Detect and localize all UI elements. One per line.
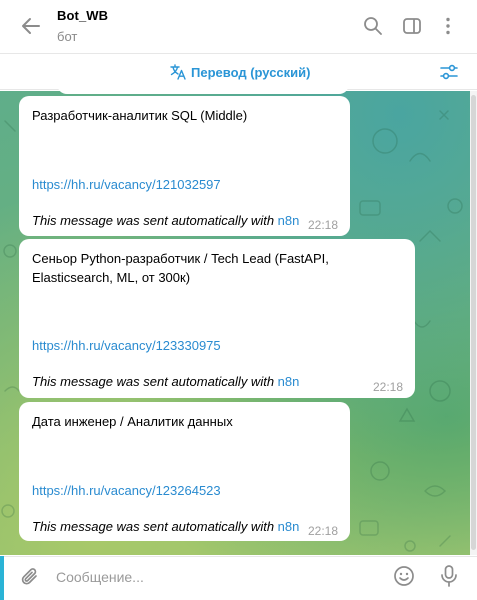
chat-title-block[interactable]: Bot_WB бот [57,8,108,44]
vacancy-link[interactable]: https://hh.ru/vacancy/121032597 [32,177,221,192]
vacancy-link[interactable]: https://hh.ru/vacancy/123264523 [32,483,221,498]
filter-settings-icon[interactable] [439,62,459,82]
n8n-link[interactable]: n8n [278,374,300,389]
more-vertical-icon[interactable] [437,15,459,37]
n8n-link[interactable]: n8n [278,213,300,228]
chat-subtitle: бот [57,29,78,44]
attach-icon[interactable] [19,566,41,588]
vacancy-link[interactable]: https://hh.ru/vacancy/123330975 [32,338,221,353]
message-input[interactable] [56,563,366,591]
translate-icon [170,64,186,80]
message-title: Сеньор Python-разработчик / Tech Lead (F… [32,251,329,285]
message-time: 22:18 [373,380,404,394]
sidebar-toggle-icon[interactable] [401,15,423,37]
chat-scrollbar-thumb[interactable] [471,95,476,550]
message-time: 22:18 [308,524,339,538]
message-footer: This message was sent automatically with… [32,213,299,228]
footer-text: This message was sent automatically with [32,213,275,228]
chat-header: Bot_WB бот [0,0,477,54]
message-title: Дата инженер / Аналитик данных [32,414,233,429]
translate-label: Перевод (русский) [191,64,311,80]
footer-text: This message was sent automatically with [32,374,275,389]
message-time: 22:18 [308,218,339,232]
n8n-link[interactable]: n8n [278,519,300,534]
message-bubble[interactable]: Сеньор Python-разработчик / Tech Lead (F… [19,239,415,398]
microphone-icon[interactable] [438,564,460,588]
message-footer: This message was sent automatically with… [32,519,299,534]
translate-button[interactable]: Перевод (русский) [169,63,310,81]
message-bubble[interactable]: Дата инженер / Аналитик данных https://h… [19,402,350,541]
composer-focus-accent [0,556,4,600]
emoji-icon[interactable] [393,565,415,587]
back-arrow-icon[interactable] [20,15,42,37]
footer-text: This message was sent automatically with [32,519,275,534]
previous-message-bubble-edge [57,80,349,94]
message-footer: This message was sent automatically with… [32,374,299,389]
chat-title: Bot_WB [57,8,109,23]
search-icon[interactable] [362,15,384,37]
message-title: Разработчик-аналитик SQL (Middle) [32,108,248,123]
message-bubble[interactable]: Разработчик-аналитик SQL (Middle) https:… [19,96,350,236]
